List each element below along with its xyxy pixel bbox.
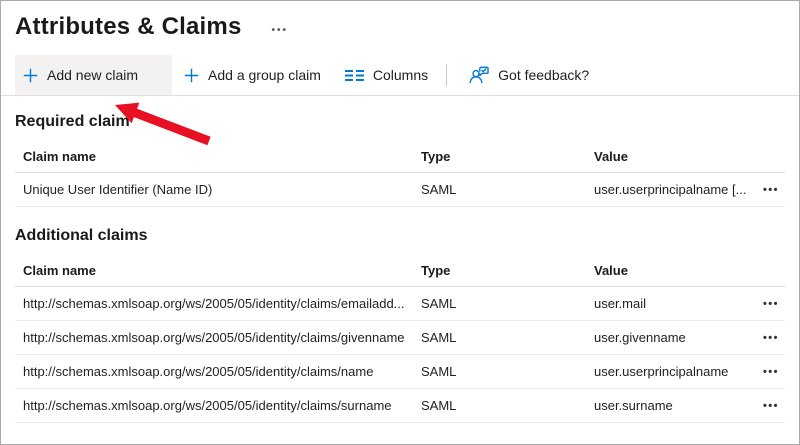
toolbar-divider	[446, 64, 447, 86]
additional-claims-heading: Additional claims	[15, 227, 785, 245]
claims-content: Required claim Claim name Type Value Uni…	[1, 113, 799, 423]
col-claim-name: Claim name	[15, 263, 421, 278]
type-cell: SAML	[421, 330, 594, 345]
table-row[interactable]: http://schemas.xmlsoap.org/ws/2005/05/id…	[15, 287, 785, 321]
got-feedback-button[interactable]: Got feedback?	[457, 55, 601, 95]
required-claims-table: Claim name Type Value Unique User Identi…	[15, 140, 785, 207]
claim-name-cell: Unique User Identifier (Name ID)	[15, 182, 421, 197]
plus-icon	[23, 68, 38, 83]
table-header: Claim name Type Value	[15, 254, 785, 287]
add-new-claim-button[interactable]: Add new claim	[15, 55, 172, 95]
value-cell: user.userprincipalname [...	[594, 182, 747, 197]
col-value: Value	[594, 149, 747, 164]
table-row[interactable]: Unique User Identifier (Name ID) SAML us…	[15, 173, 785, 207]
col-type: Type	[421, 263, 594, 278]
page-context-menu-icon[interactable]: •••	[272, 25, 289, 36]
row-more-icon[interactable]: •••	[747, 400, 785, 412]
add-group-claim-button[interactable]: Add a group claim	[172, 55, 333, 95]
columns-button[interactable]: Columns	[333, 55, 440, 95]
plus-icon	[184, 68, 199, 83]
page-title: Attributes & Claims	[15, 13, 242, 41]
table-header: Claim name Type Value	[15, 140, 785, 173]
row-more-icon[interactable]: •••	[747, 366, 785, 378]
row-more-icon[interactable]: •••	[747, 298, 785, 310]
add-new-claim-label: Add new claim	[47, 67, 138, 83]
got-feedback-label: Got feedback?	[498, 67, 589, 83]
col-type: Type	[421, 149, 594, 164]
table-row[interactable]: http://schemas.xmlsoap.org/ws/2005/05/id…	[15, 321, 785, 355]
claim-name-cell: http://schemas.xmlsoap.org/ws/2005/05/id…	[15, 398, 421, 413]
table-row[interactable]: http://schemas.xmlsoap.org/ws/2005/05/id…	[15, 355, 785, 389]
type-cell: SAML	[421, 398, 594, 413]
feedback-icon	[469, 66, 489, 84]
claim-name-cell: http://schemas.xmlsoap.org/ws/2005/05/id…	[15, 364, 421, 379]
value-cell: user.mail	[594, 296, 747, 311]
attributes-claims-page: Attributes & Claims ••• Add new claim Ad…	[0, 0, 800, 445]
col-claim-name: Claim name	[15, 149, 421, 164]
type-cell: SAML	[421, 182, 594, 197]
table-row[interactable]: http://schemas.xmlsoap.org/ws/2005/05/id…	[15, 389, 785, 423]
type-cell: SAML	[421, 296, 594, 311]
value-cell: user.surname	[594, 398, 747, 413]
claim-name-cell: http://schemas.xmlsoap.org/ws/2005/05/id…	[15, 330, 421, 345]
col-value: Value	[594, 263, 747, 278]
columns-label: Columns	[373, 67, 428, 83]
row-more-icon[interactable]: •••	[747, 332, 785, 344]
page-header: Attributes & Claims •••	[1, 1, 799, 41]
additional-claims-table: Claim name Type Value http://schemas.xml…	[15, 254, 785, 423]
add-group-claim-label: Add a group claim	[208, 67, 321, 83]
value-cell: user.userprincipalname	[594, 364, 747, 379]
value-cell: user.givenname	[594, 330, 747, 345]
command-bar: Add new claim Add a group claim Columns	[1, 55, 799, 96]
type-cell: SAML	[421, 364, 594, 379]
columns-icon	[345, 69, 364, 82]
required-claim-heading: Required claim	[15, 113, 785, 131]
row-more-icon[interactable]: •••	[747, 184, 785, 196]
claim-name-cell: http://schemas.xmlsoap.org/ws/2005/05/id…	[15, 296, 421, 311]
